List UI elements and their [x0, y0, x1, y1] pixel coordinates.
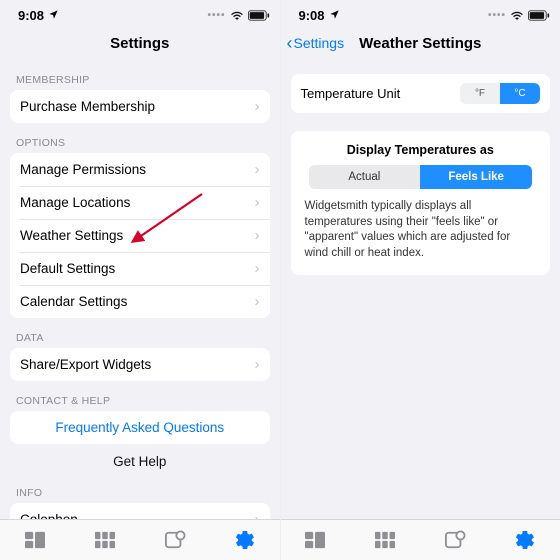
- row-purchase-membership[interactable]: Purchase Membership ›: [10, 90, 270, 123]
- tab-grid[interactable]: [370, 530, 400, 550]
- row-share-export[interactable]: Share/Export Widgets ›: [10, 348, 270, 381]
- row-default-settings[interactable]: Default Settings ›: [10, 252, 270, 285]
- row-manage-permissions[interactable]: Manage Permissions ›: [10, 153, 270, 186]
- tab-grid[interactable]: [90, 530, 120, 550]
- chevron-right-icon: ›: [255, 356, 260, 373]
- status-time: 9:08: [18, 8, 44, 23]
- status-bar: 9:08 ••••: [281, 0, 560, 26]
- group-membership: Purchase Membership ›: [10, 90, 270, 123]
- group-options: Manage Permissions › Manage Locations › …: [10, 153, 270, 318]
- weather-content: Temperature Unit °F °C Display Temperatu…: [281, 60, 560, 519]
- screen-settings: 9:08 •••• Settings MEMBERSHIP Purchase M…: [0, 0, 281, 560]
- status-time: 9:08: [299, 8, 325, 23]
- row-manage-locations[interactable]: Manage Locations ›: [10, 186, 270, 219]
- screen-weather-settings: 9:08 •••• ‹ Settings Weather Settings Te…: [281, 0, 560, 560]
- segment-display-temp[interactable]: Actual Feels Like: [309, 165, 533, 189]
- row-temperature-unit: Temperature Unit °F °C: [291, 74, 551, 113]
- status-right-icons: ••••: [207, 10, 269, 21]
- row-get-help[interactable]: Get Help: [10, 444, 270, 483]
- opt-fahrenheit[interactable]: °F: [460, 83, 500, 104]
- status-bar: 9:08 ••••: [0, 0, 280, 26]
- chevron-right-icon: ›: [255, 227, 260, 244]
- opt-actual[interactable]: Actual: [309, 165, 421, 189]
- group-contact: Frequently Asked Questions: [10, 411, 270, 444]
- chevron-right-icon: ›: [255, 293, 260, 310]
- chevron-right-icon: ›: [255, 98, 260, 115]
- section-header-data: DATA: [10, 318, 270, 348]
- row-weather-settings[interactable]: Weather Settings ›: [10, 219, 270, 252]
- tab-widgets[interactable]: [20, 530, 50, 550]
- tab-shape[interactable]: [440, 530, 470, 550]
- chevron-left-icon: ‹: [287, 34, 293, 52]
- tab-settings-gear[interactable]: [510, 529, 540, 551]
- section-header-options: OPTIONS: [10, 123, 270, 153]
- chevron-right-icon: ›: [255, 260, 260, 277]
- group-data: Share/Export Widgets ›: [10, 348, 270, 381]
- chevron-right-icon: ›: [255, 511, 260, 519]
- nav-back-button[interactable]: ‹ Settings: [287, 34, 345, 52]
- settings-content: MEMBERSHIP Purchase Membership › OPTIONS…: [0, 60, 280, 519]
- tab-settings-gear[interactable]: [230, 529, 260, 551]
- nav-bar: Settings: [0, 26, 280, 60]
- location-arrow-icon: [329, 8, 340, 23]
- display-temp-desc: Widgetsmith typically displays all tempe…: [303, 199, 539, 261]
- segment-temp-unit[interactable]: °F °C: [460, 83, 540, 104]
- nav-title: Weather Settings: [359, 35, 481, 52]
- card-display-temp: Display Temperatures as Actual Feels Lik…: [291, 131, 551, 275]
- nav-bar: ‹ Settings Weather Settings: [281, 26, 560, 60]
- section-header-membership: MEMBERSHIP: [10, 60, 270, 90]
- nav-title: Settings: [110, 35, 169, 52]
- opt-celsius[interactable]: °C: [500, 83, 540, 104]
- group-info: Colophon › Acknowledgements ›: [10, 503, 270, 519]
- status-right-icons: ••••: [488, 10, 550, 21]
- tab-shape[interactable]: [160, 530, 190, 550]
- row-calendar-settings[interactable]: Calendar Settings ›: [10, 285, 270, 318]
- row-colophon[interactable]: Colophon ›: [10, 503, 270, 519]
- temperature-unit-label: Temperature Unit: [301, 86, 401, 101]
- display-temp-title: Display Temperatures as: [303, 143, 539, 157]
- tab-bar: [281, 519, 560, 560]
- location-arrow-icon: [48, 8, 59, 23]
- section-header-contact: CONTACT & HELP: [10, 381, 270, 411]
- opt-feels-like[interactable]: Feels Like: [420, 165, 532, 189]
- tab-bar: [0, 519, 280, 560]
- section-header-info: INFO: [10, 483, 270, 503]
- chevron-right-icon: ›: [255, 194, 260, 211]
- tab-widgets[interactable]: [300, 530, 330, 550]
- chevron-right-icon: ›: [255, 161, 260, 178]
- row-faq[interactable]: Frequently Asked Questions: [10, 411, 270, 444]
